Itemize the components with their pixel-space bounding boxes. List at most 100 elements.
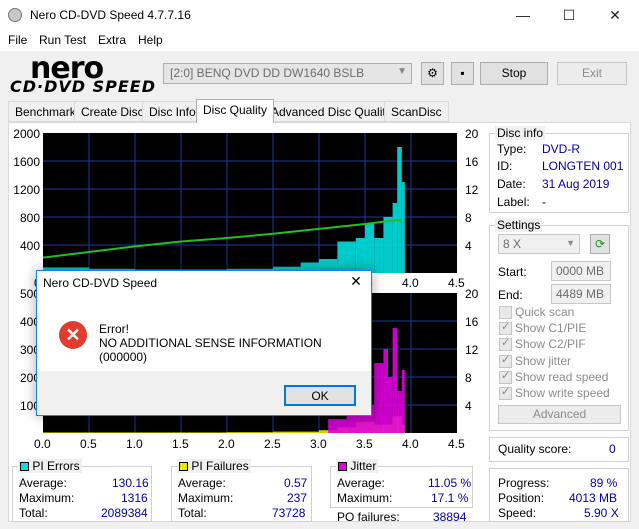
bar-pi-failures	[273, 431, 319, 433]
right-tick-label: 20	[465, 287, 479, 301]
drive-select-value: [2:0] BENQ DVD DD DW1640 BSLB	[170, 66, 365, 80]
jitter-max: 17.1 %	[431, 491, 469, 505]
disc-label-value: -	[542, 195, 546, 209]
checkbox-label: Quick scan	[515, 305, 575, 319]
speed-select[interactable]: 8 X ▼	[498, 234, 580, 254]
stop-button[interactable]: Stop	[480, 62, 548, 85]
po-failures-value: 38894	[433, 510, 467, 524]
jitter-avg: 11.05 %	[428, 476, 472, 490]
pi-errors-max: 1316	[121, 491, 148, 505]
bar-pi-failures	[135, 432, 181, 433]
pi-errors-title-wrap: PI Errors	[18, 459, 82, 473]
disc-type-value: DVD-R	[542, 142, 580, 156]
dialog-title: Nero CD-DVD Speed	[43, 276, 158, 290]
minimize-button[interactable]: —	[500, 0, 546, 31]
start-input[interactable]: 0000 MB	[551, 261, 611, 281]
bar-pi-failures	[227, 432, 273, 433]
gear-icon: ⚙	[427, 66, 438, 80]
checkbox-label: Show C2/PIF	[515, 337, 586, 352]
tab-advanced-disc-quality[interactable]: Advanced Disc Quality	[264, 101, 399, 122]
pi-failures-total-label: Total:	[178, 506, 207, 520]
jitter-title-wrap: Jitter	[336, 459, 379, 473]
tab-scandisc[interactable]: ScanDisc	[384, 101, 449, 122]
progress-label: Progress:	[498, 476, 550, 490]
settings-title: Settings	[495, 218, 543, 232]
right-tick-label: 20	[465, 127, 479, 141]
menu-help[interactable]: Help	[138, 33, 163, 47]
left-tick-label: 800	[19, 211, 40, 225]
end-input[interactable]: 4489 MB	[551, 284, 611, 304]
bar-jitter	[392, 328, 398, 433]
refresh-speed-button[interactable]: ⟳	[590, 234, 610, 254]
right-tick-label: 16	[465, 315, 479, 329]
tab-benchmark[interactable]: Benchmark	[8, 101, 83, 122]
quality-score-label: Quality score:	[498, 442, 572, 456]
checkbox-quick-scan[interactable]	[499, 306, 512, 319]
left-tick-label: 1200	[13, 183, 40, 197]
right-tick-label: 12	[465, 183, 479, 197]
right-tick-label: 12	[465, 343, 479, 357]
left-tick-label: 1600	[13, 155, 40, 169]
logo-cd-dvd-speed-text: CD·DVD SPEED	[10, 77, 157, 96]
save-button[interactable]: ▪	[451, 62, 474, 85]
dialog-body: ✕ Error! NO ADDITIONAL SENSE INFORMATION…	[37, 296, 371, 371]
end-label: End:	[498, 288, 523, 302]
tab-disc-info[interactable]: Disc Info	[142, 101, 203, 122]
jitter-avg-label: Average:	[337, 476, 385, 490]
disc-label-label: Label:	[497, 195, 530, 209]
speed-select-value: 8 X	[503, 237, 522, 251]
advanced-button[interactable]: Advanced	[498, 405, 621, 424]
drive-info-button[interactable]: ⚙	[421, 62, 444, 85]
nero-logo: nero CD·DVD SPEED	[8, 51, 158, 97]
pi-errors-chart	[42, 133, 457, 273]
pi-failures-avg-label: Average:	[178, 476, 226, 490]
floppy-disk-icon: ▪	[460, 66, 465, 80]
right-tick-label: 8	[465, 211, 472, 225]
x-tick-label: 0.0	[34, 437, 51, 451]
bar-jitter	[374, 363, 384, 433]
close-button[interactable]: ✕	[592, 0, 638, 31]
dialog-ok-button[interactable]: OK	[284, 385, 356, 406]
checkbox-show-read-speed[interactable]	[499, 369, 512, 384]
disc-date-label: Date:	[497, 177, 526, 191]
menu-extra[interactable]: Extra	[98, 33, 126, 47]
x-tick-label: 4.5	[448, 276, 465, 290]
x-tick-label: 4.0	[402, 437, 419, 451]
menu-file[interactable]: File	[8, 33, 27, 47]
checkbox-show-c2-pif[interactable]	[499, 336, 512, 352]
pi-errors-total: 2089384	[101, 506, 148, 520]
drive-select[interactable]: [2:0] BENQ DVD DD DW1640 BSLB ▼	[163, 63, 412, 84]
right-tick-label: 4	[465, 239, 472, 253]
tab-disc-quality[interactable]: Disc Quality	[196, 99, 275, 123]
menu-run-test[interactable]: Run Test	[39, 33, 86, 47]
maximize-button[interactable]: ☐	[546, 0, 592, 31]
pi-errors-total-label: Total:	[19, 506, 48, 520]
dialog-close-button[interactable]: ✕	[343, 273, 369, 293]
checkbox-show-jitter[interactable]	[499, 353, 512, 368]
disc-type-label: Type:	[497, 142, 527, 156]
pi-errors-chart-svg	[42, 133, 457, 273]
pi-failures-max-label: Maximum:	[178, 491, 234, 505]
pi-errors-avg: 130.16	[112, 476, 149, 490]
po-failures-label: PO failures:	[337, 510, 400, 524]
chevron-down-icon: ▼	[397, 66, 407, 77]
bar-pi-errors	[383, 217, 393, 273]
bar-pi-failures	[181, 432, 227, 433]
dialog-error-heading: Error!	[99, 322, 129, 336]
x-tick-label: 4.0	[402, 276, 419, 290]
bar-jitter	[388, 377, 393, 433]
right-tick-label: 8	[465, 371, 472, 385]
x-tick-label: 0.5	[80, 437, 97, 451]
exit-button[interactable]: Exit	[557, 62, 627, 85]
bar-pi-errors	[355, 238, 365, 273]
pi-failures-title: PI Failures	[191, 459, 249, 473]
tab-create-disc[interactable]: Create Disc	[74, 101, 151, 122]
start-label: Start:	[498, 265, 527, 279]
bar-pi-errors	[337, 241, 356, 273]
checkbox-label: Show C1/PIE	[515, 321, 587, 336]
checkbox-show-c1-pie[interactable]	[499, 320, 512, 336]
checkbox-show-write-speed[interactable]	[499, 385, 512, 400]
bar-pi-errors	[365, 224, 375, 273]
jitter-legend-swatch	[338, 462, 347, 471]
left-tick-label: 400	[19, 239, 40, 253]
